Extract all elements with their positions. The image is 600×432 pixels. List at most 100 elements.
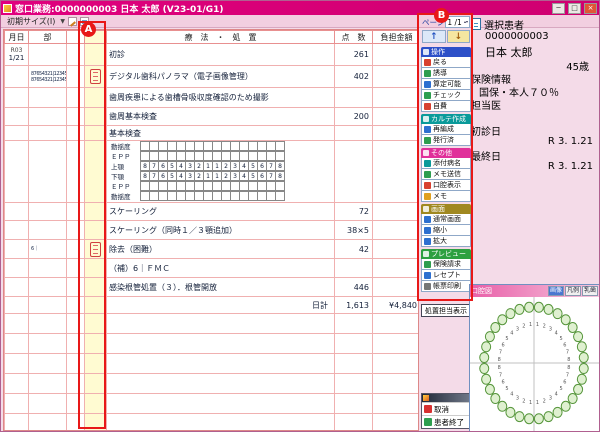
odontogram[interactable]: 87654321123456788765432112345678 — [470, 297, 599, 432]
self-pay-button[interactable]: 自費 — [421, 101, 471, 112]
oral-map-button-3[interactable]: 乳歯 — [582, 286, 598, 296]
tooth-icon[interactable] — [515, 412, 524, 422]
page-up-button[interactable]: ↑ — [422, 30, 446, 43]
tooth-icon[interactable] — [561, 315, 570, 325]
print-button[interactable]: 帳票印刷 — [421, 281, 471, 292]
table-row[interactable]: 歯周疾患による歯槽骨吸収度確認のため撮影 — [5, 88, 420, 108]
table-row[interactable] — [5, 314, 420, 334]
tooth-icon[interactable] — [498, 401, 507, 411]
oral-map-button-1[interactable]: 画像 — [548, 286, 564, 296]
tooth-icon[interactable] — [568, 394, 577, 404]
table-row[interactable]: 87654321|12345678 87654321|12345678デジタル歯… — [5, 66, 420, 88]
maximize-button[interactable]: □ — [568, 3, 581, 14]
part-cell — [29, 314, 67, 334]
table-row[interactable]: 歯周基本検査200 — [5, 108, 420, 126]
tooth-icon[interactable] — [553, 407, 562, 417]
tooth-icon[interactable] — [577, 374, 586, 384]
guide-button[interactable]: 誘導 — [421, 68, 471, 79]
oral-map-button-2[interactable]: 凡例 — [565, 286, 581, 296]
tooth-icon[interactable] — [482, 342, 491, 352]
button-label: メモ送信 — [433, 169, 461, 179]
button-label: 縮小 — [433, 225, 447, 235]
spinner-arrows-icon[interactable]: ▴▾ — [464, 20, 468, 24]
normal-screen-button[interactable]: 通常画面 — [421, 214, 471, 225]
mid-cell — [67, 126, 85, 141]
tooth-number: 1 — [529, 322, 532, 328]
table-row[interactable] — [5, 414, 420, 432]
header-mid — [67, 31, 85, 44]
table-row[interactable]: 6｜除去（困難）42 — [5, 240, 420, 259]
minimize-button[interactable]: ─ — [552, 3, 565, 14]
tooth-icon[interactable] — [574, 332, 583, 342]
table-row[interactable] — [5, 354, 420, 374]
tooth-icon[interactable] — [553, 309, 562, 319]
edit-icon[interactable] — [68, 17, 77, 26]
table-row[interactable]: 基本検査 — [5, 126, 420, 141]
table-row[interactable]: R031/21初診261 — [5, 44, 420, 66]
date-cell — [5, 66, 29, 88]
points-cell: 38×5 — [335, 221, 373, 240]
total-row[interactable]: 日計1,613¥4,840 — [5, 297, 420, 314]
table-row[interactable]: 感染根管処置（３）．根管開放446 — [5, 278, 420, 297]
tooth-icon[interactable] — [485, 332, 494, 342]
table-row[interactable]: スケーリング（同時１／３顎追加）38×5 — [5, 221, 420, 240]
button-label: 拡大 — [433, 236, 447, 246]
page-down-button[interactable]: ↓ — [447, 30, 471, 43]
tooth-icon[interactable] — [544, 304, 553, 314]
tooth-number: 4 — [510, 391, 513, 397]
tooth-icon[interactable] — [491, 322, 500, 332]
tooth-icon[interactable] — [525, 302, 534, 312]
issued-button[interactable]: 発行済 — [421, 135, 471, 146]
tooth-icon[interactable] — [534, 414, 543, 424]
close-button[interactable]: × — [584, 3, 597, 14]
staff-display-button[interactable]: 処置担当表示 — [421, 304, 471, 317]
table-row[interactable]: スケーリング72 — [5, 203, 420, 221]
tooth-icon[interactable] — [568, 322, 577, 332]
tooth-icon[interactable] — [480, 363, 489, 373]
table-row[interactable]: 動揺度ＥＰＰ上顎8765432112345678下顎87654321123456… — [5, 141, 420, 203]
tooth-icon[interactable] — [506, 309, 515, 319]
tooth-icon[interactable] — [480, 353, 489, 363]
mid-cell — [67, 44, 85, 66]
tooth-icon[interactable] — [525, 414, 534, 424]
zoom-out-button[interactable]: 縮小 — [421, 225, 471, 236]
tooth-icon[interactable] — [534, 302, 543, 312]
table-row[interactable] — [5, 394, 420, 414]
table-row[interactable]: （補）6｜ＦＭＣ — [5, 259, 420, 278]
memo-button[interactable]: メモ — [421, 191, 471, 202]
back-button[interactable]: 戻る — [421, 57, 471, 68]
insurance-button[interactable]: 保険請求 — [421, 259, 471, 270]
calc-button[interactable]: 算定可能 — [421, 79, 471, 90]
table-row[interactable] — [5, 334, 420, 354]
page-spinner[interactable]: 1 /1 ▴▾ — [445, 16, 470, 28]
header-part: 部 — [29, 31, 67, 44]
tooth-icon[interactable] — [579, 363, 588, 373]
mail-button[interactable]: メモ送信 — [421, 169, 471, 180]
zoom-in-button[interactable]: 拡大 — [421, 236, 471, 247]
tooth-icon[interactable] — [577, 342, 586, 352]
tooth-icon[interactable] — [579, 353, 588, 363]
tooth-icon[interactable] — [482, 374, 491, 384]
tooth-icon[interactable] — [491, 394, 500, 404]
tooth-icon[interactable] — [574, 384, 583, 394]
cancel-button[interactable]: 取消 — [422, 402, 470, 415]
rebuild-button[interactable]: 再編成 — [421, 124, 471, 135]
flag-cell — [85, 314, 107, 334]
table-row[interactable] — [5, 374, 420, 394]
tooth-icon[interactable] — [506, 407, 515, 417]
memo-tool-icon[interactable] — [80, 17, 89, 26]
receipt-button[interactable]: レセプト — [421, 270, 471, 281]
initial-size-menu[interactable]: 初期サイズ(I) — [5, 16, 57, 27]
tooth-icon[interactable] — [498, 315, 507, 325]
tooth-icon[interactable] — [544, 412, 553, 422]
check-button[interactable]: チェック — [421, 90, 471, 101]
disease-name-button[interactable]: 添付病名 — [421, 158, 471, 169]
tooth-icon[interactable] — [515, 304, 524, 314]
tooth-icon[interactable] — [561, 401, 570, 411]
patient-finish-button[interactable]: 患者終了 — [422, 415, 470, 428]
mouth-button[interactable]: 口腔表示 — [421, 180, 471, 191]
tooth-icon[interactable] — [485, 384, 494, 394]
points-cell — [335, 354, 373, 374]
perio-row-label: 下顎 — [111, 172, 141, 182]
copay-cell — [373, 141, 420, 203]
